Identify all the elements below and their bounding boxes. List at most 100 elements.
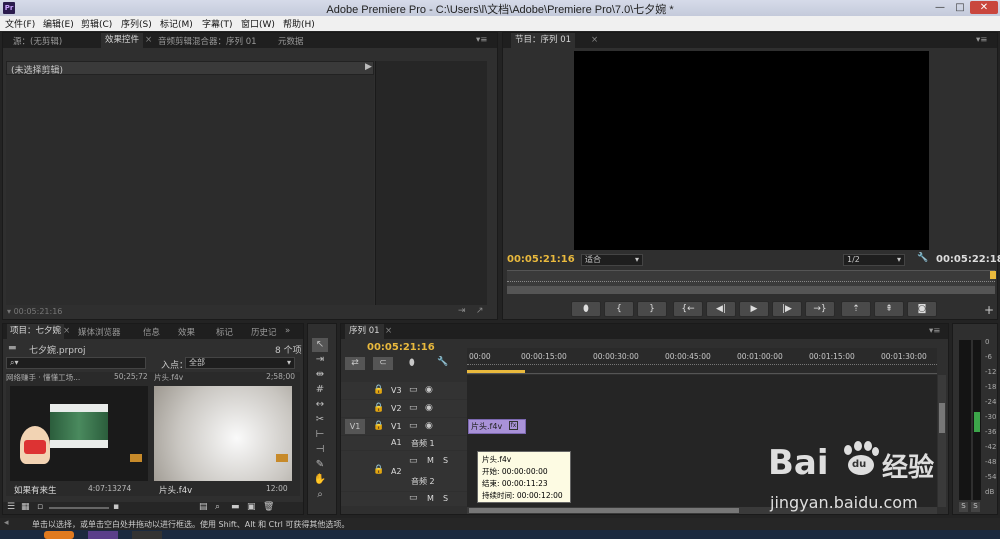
minimize-button[interactable]: — bbox=[930, 1, 950, 14]
program-ruler[interactable] bbox=[507, 270, 996, 286]
track-name[interactable]: V1 bbox=[391, 422, 402, 431]
source-patch-v1[interactable]: V1 bbox=[345, 419, 365, 434]
tab-history[interactable]: 历史记 bbox=[251, 326, 277, 338]
rate-stretch-tool-icon[interactable]: ↔ bbox=[312, 398, 328, 412]
track-name[interactable]: V3 bbox=[391, 386, 402, 395]
snap-icon[interactable]: ⇄ bbox=[345, 357, 365, 370]
tab-audio-clip-mixer[interactable]: 音频剪辑混合器：序列 01 bbox=[158, 35, 257, 47]
menu-title[interactable]: 字幕(T) bbox=[202, 17, 233, 30]
panel-menu-icon[interactable]: ▾≡ bbox=[476, 35, 487, 45]
menu-clip[interactable]: 剪辑(C) bbox=[81, 17, 112, 30]
tab-effect-controls[interactable]: 效果控件 bbox=[101, 33, 144, 48]
zoom-out-icon[interactable]: ▫ bbox=[37, 502, 43, 512]
tab-media-browser[interactable]: 媒体浏览器 bbox=[78, 326, 121, 338]
razor-tool-icon[interactable]: ✂ bbox=[312, 413, 328, 427]
program-scroll-bar[interactable] bbox=[507, 286, 995, 294]
add-button-icon[interactable]: + bbox=[984, 303, 994, 317]
in-point-dropdown[interactable]: 全部 ▾ bbox=[185, 357, 295, 369]
step-forward-button[interactable]: |▶ bbox=[772, 301, 802, 317]
hand-tool-icon[interactable]: ✋ bbox=[312, 473, 328, 487]
maximize-button[interactable]: □ bbox=[950, 1, 970, 14]
work-area-bar[interactable] bbox=[467, 370, 525, 373]
menu-file[interactable]: 文件(F) bbox=[5, 17, 35, 30]
search-input[interactable]: ⌕▾ bbox=[6, 357, 146, 369]
speaker-icon[interactable]: ▭ bbox=[409, 456, 418, 466]
lock-icon[interactable]: 🔒 bbox=[373, 421, 384, 431]
rolling-edit-tool-icon[interactable]: # bbox=[312, 383, 328, 397]
more-tabs-icon[interactable]: » bbox=[285, 326, 290, 336]
track-name[interactable]: A2 bbox=[391, 467, 402, 476]
solo-right-button[interactable]: S bbox=[971, 502, 980, 512]
track-select-tool-icon[interactable]: ⇥ bbox=[312, 353, 328, 367]
tab-metadata[interactable]: 元数据 bbox=[278, 35, 304, 47]
timeline-wrench-icon[interactable]: 🔧 bbox=[437, 357, 448, 367]
menu-sequence[interactable]: 序列(S) bbox=[121, 17, 152, 30]
film-icon[interactable]: ▭ bbox=[409, 403, 418, 413]
slip-tool-icon[interactable]: ⊢ bbox=[312, 428, 328, 442]
lock-icon[interactable]: 🔒 bbox=[373, 465, 384, 475]
find-icon[interactable]: ⌕ bbox=[215, 502, 220, 512]
play-arrow-icon[interactable]: ▶ bbox=[365, 62, 372, 72]
go-to-out-button[interactable]: →} bbox=[805, 301, 835, 317]
scroll-thumb[interactable] bbox=[469, 508, 739, 513]
step-back-button[interactable]: ◀| bbox=[706, 301, 736, 317]
mark-out-button[interactable]: } bbox=[637, 301, 667, 317]
film-icon[interactable]: ▭ bbox=[409, 421, 418, 431]
extract-button[interactable]: ⇞ bbox=[874, 301, 904, 317]
eye-icon[interactable]: ◉ bbox=[425, 403, 433, 413]
eye-icon[interactable]: ◉ bbox=[425, 421, 433, 431]
tab-sequence[interactable]: 序列 01 bbox=[345, 324, 384, 339]
zoom-slider[interactable] bbox=[49, 507, 109, 509]
solo-button[interactable]: S bbox=[443, 456, 448, 465]
lock-icon[interactable]: 🔒 bbox=[373, 385, 384, 395]
tab-effects[interactable]: 效果 bbox=[178, 326, 195, 338]
tab-info[interactable]: 信息 bbox=[143, 326, 160, 338]
tab-source[interactable]: 源：(无剪辑) bbox=[13, 35, 62, 47]
tab-program[interactable]: 节目：序列 01 bbox=[511, 33, 576, 48]
resolution-dropdown[interactable]: 1/2 ▾ bbox=[843, 254, 905, 266]
taskbar-premiere-icon[interactable] bbox=[88, 531, 118, 539]
add-marker-icon[interactable]: ⬮ bbox=[409, 358, 415, 368]
scroll-thumb[interactable] bbox=[939, 403, 945, 433]
selection-tool-icon[interactable]: ↖ bbox=[312, 338, 328, 352]
program-video-viewer[interactable] bbox=[574, 51, 929, 250]
icon-view-icon[interactable]: ▦ bbox=[21, 502, 30, 512]
close-button[interactable]: ✕ bbox=[970, 1, 998, 14]
play-button[interactable]: ▶ bbox=[739, 301, 769, 317]
close-tab-icon[interactable]: × bbox=[145, 35, 152, 45]
share-icon[interactable]: ↗ bbox=[476, 306, 484, 316]
tab-project[interactable]: 项目：七夕婉 bbox=[7, 324, 65, 339]
timeline-current-timecode[interactable]: 00:05:21:16 bbox=[367, 342, 435, 353]
taskbar-app-icon[interactable] bbox=[44, 531, 74, 539]
menu-marker[interactable]: 标记(M) bbox=[160, 17, 193, 30]
mute-button[interactable]: M bbox=[427, 494, 434, 503]
zoom-in-icon[interactable]: ▪ bbox=[113, 502, 119, 512]
close-tab-icon[interactable]: × bbox=[63, 326, 70, 336]
clip-thumbnail-2[interactable] bbox=[154, 386, 292, 481]
mute-button[interactable]: M bbox=[427, 456, 434, 465]
fit-dropdown[interactable]: 适合 ▾ bbox=[581, 254, 643, 266]
tab-markers[interactable]: 标记 bbox=[216, 326, 233, 338]
menu-help[interactable]: 帮助(H) bbox=[283, 17, 315, 30]
taskbar-app-icon[interactable] bbox=[132, 531, 162, 539]
new-item-icon[interactable]: ▣ bbox=[247, 502, 256, 512]
track-name[interactable]: A1 bbox=[391, 438, 402, 447]
close-tab-icon[interactable]: × bbox=[591, 35, 598, 45]
speaker-icon[interactable]: ▭ bbox=[409, 493, 418, 503]
go-to-in-button[interactable]: {← bbox=[673, 301, 703, 317]
add-marker-button[interactable]: ⬮ bbox=[571, 301, 601, 317]
playhead-marker[interactable] bbox=[990, 271, 996, 279]
export-icon[interactable]: ⇥ bbox=[458, 306, 466, 316]
panel-menu-icon[interactable]: ▾≡ bbox=[929, 326, 940, 336]
ripple-edit-tool-icon[interactable]: ⇹ bbox=[312, 368, 328, 382]
slide-tool-icon[interactable]: ⊣ bbox=[312, 443, 328, 457]
lift-button[interactable]: ⇡ bbox=[841, 301, 871, 317]
track-name[interactable]: V2 bbox=[391, 404, 402, 413]
wrench-icon[interactable]: 🔧 bbox=[917, 253, 928, 263]
link-icon[interactable]: ⊂ bbox=[373, 357, 393, 370]
clip-thumbnail-1[interactable] bbox=[10, 386, 148, 481]
menu-window[interactable]: 窗口(W) bbox=[241, 17, 275, 30]
menu-edit[interactable]: 编辑(E) bbox=[43, 17, 74, 30]
camera-icon[interactable]: ◙ bbox=[907, 301, 937, 317]
eye-icon[interactable]: ◉ bbox=[425, 385, 433, 395]
